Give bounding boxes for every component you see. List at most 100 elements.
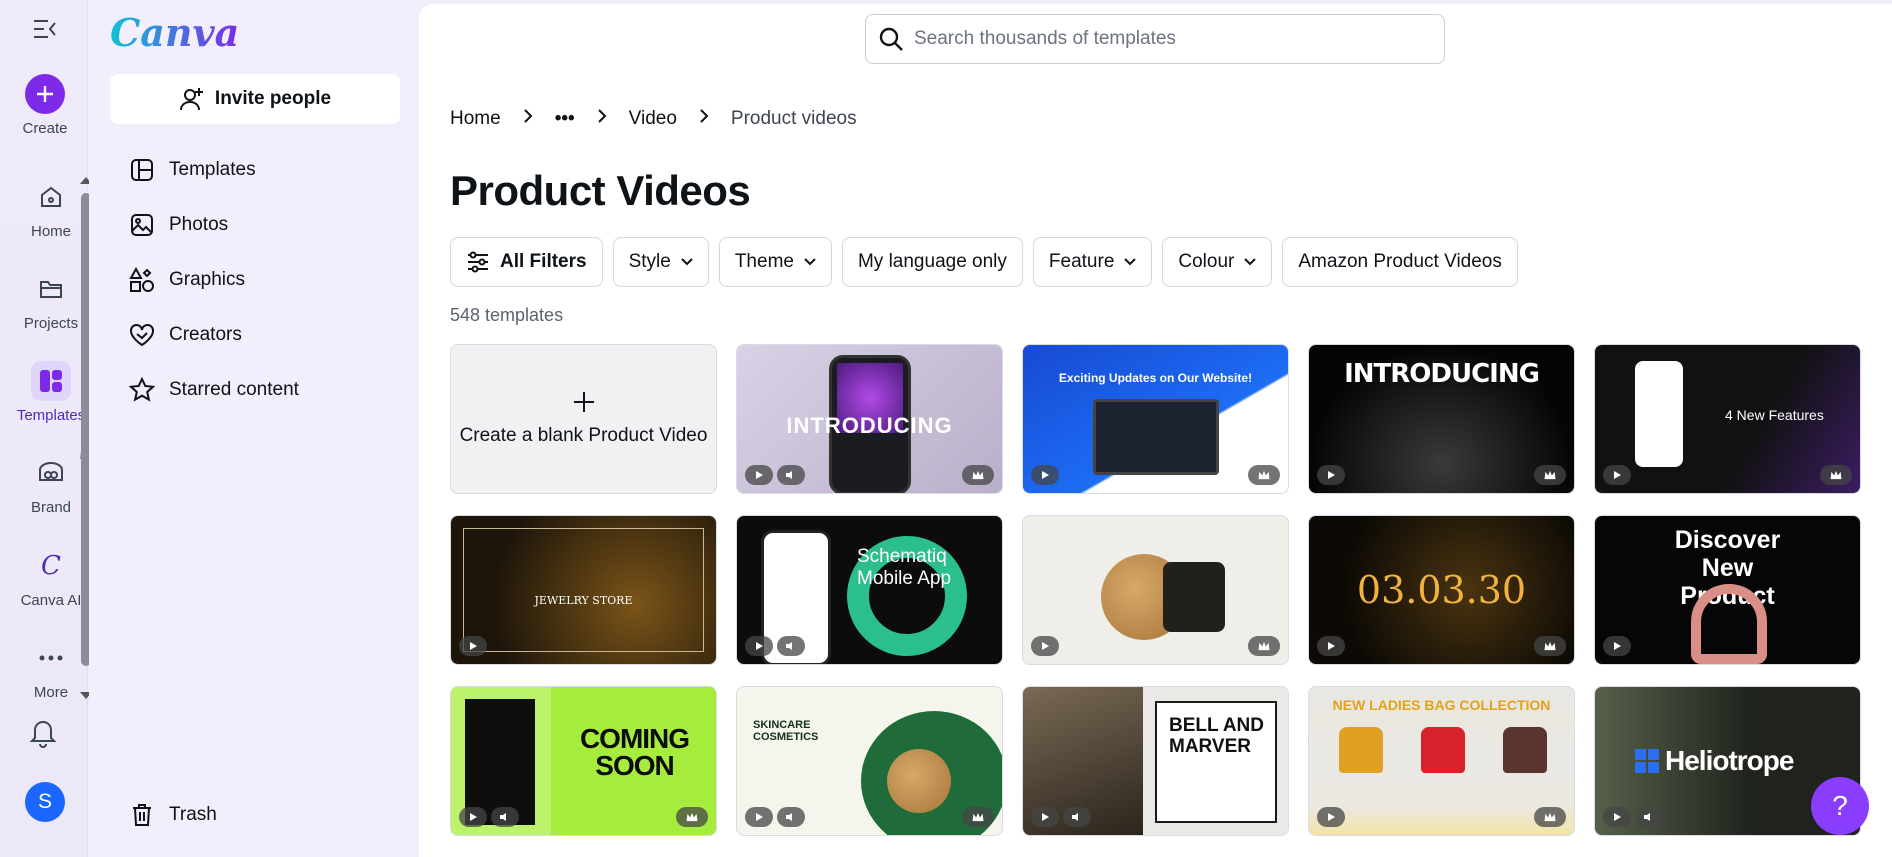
- photos-icon: [131, 213, 153, 236]
- nav-label: Photos: [169, 213, 229, 235]
- template-card[interactable]: BELL AND MARVER: [1022, 686, 1289, 836]
- crown-icon: [1534, 465, 1566, 485]
- card-text: 03.03.30: [1356, 568, 1527, 612]
- template-card[interactable]: SKINCARE COSMETICS: [736, 686, 1003, 836]
- collapse-menu-icon[interactable]: [32, 17, 58, 41]
- breadcrumb-more[interactable]: •••: [555, 108, 575, 130]
- create-button[interactable]: Create: [9, 74, 81, 137]
- chevron-down-icon: [1244, 258, 1257, 266]
- nav-item-templates[interactable]: Templates: [129, 142, 299, 197]
- invite-label: Invite people: [214, 88, 332, 109]
- rail-item-more[interactable]: More: [15, 638, 87, 701]
- audio-icon: [1635, 807, 1663, 827]
- nav-item-photos[interactable]: Photos: [129, 197, 299, 252]
- template-card[interactable]: Exciting Updates on Our Website!: [1022, 344, 1289, 494]
- canva-ai-icon: C: [41, 551, 61, 581]
- rail-label-home: Home: [30, 223, 71, 240]
- card-text: INTRODUCING: [1344, 359, 1540, 389]
- nav-label: Templates: [169, 158, 256, 180]
- audio-icon: [491, 807, 519, 827]
- bell-icon[interactable]: [28, 716, 58, 748]
- style-filter[interactable]: Style: [612, 237, 709, 287]
- create-label: Create: [22, 120, 68, 137]
- card-text: Exciting Updates on Our Website!: [1058, 371, 1253, 385]
- template-card[interactable]: Schematiq Mobile App: [736, 515, 1003, 665]
- all-filters-button[interactable]: All Filters: [450, 237, 603, 287]
- template-card[interactable]: Discover New Product: [1594, 515, 1861, 665]
- filter-bar: All Filters Style Theme My language only…: [450, 237, 1518, 287]
- invite-people-button[interactable]: Invite people: [110, 74, 400, 124]
- template-card[interactable]: INTRODUCING: [1308, 344, 1575, 494]
- nav-item-graphics[interactable]: Graphics: [129, 252, 299, 307]
- card-text: BELL AND MARVER: [1169, 715, 1264, 757]
- breadcrumb-home[interactable]: Home: [450, 108, 501, 130]
- folder-icon: [31, 269, 71, 309]
- template-card[interactable]: 03.03.30: [1308, 515, 1575, 665]
- crown-icon: [1534, 807, 1566, 827]
- theme-filter[interactable]: Theme: [718, 237, 832, 287]
- add-person-icon: [179, 88, 203, 111]
- chevron-right-icon: [691, 108, 717, 130]
- card-text: COMING SOON: [579, 723, 690, 781]
- canva-logo[interactable]: Canva: [110, 10, 239, 55]
- plus-icon: [573, 392, 594, 412]
- filter-label: Theme: [734, 251, 794, 272]
- template-card[interactable]: JEWELRY STORE: [450, 515, 717, 665]
- left-rail: Create Home Projects Templates Brand C C…: [0, 0, 92, 857]
- breadcrumb-current: Product videos: [730, 108, 857, 129]
- chevron-right-icon: [589, 108, 615, 130]
- play-icon: [1317, 636, 1345, 656]
- play-icon: [1603, 807, 1631, 827]
- template-grid: Create a blank Product Video INTRODUCING…: [450, 344, 1861, 836]
- crown-icon: [962, 465, 994, 485]
- breadcrumb-video[interactable]: Video: [629, 108, 677, 130]
- rail-item-home[interactable]: Home: [15, 177, 87, 240]
- template-card[interactable]: COMING SOON: [450, 686, 717, 836]
- card-text: SKINCARE COSMETICS: [753, 719, 819, 743]
- search-input[interactable]: [914, 28, 1414, 50]
- filter-label: All Filters: [500, 251, 587, 272]
- chevron-down-icon: [681, 258, 693, 266]
- panel-nav: Templates Photos Graphics Creators Starr…: [129, 142, 299, 417]
- audio-icon: [1063, 807, 1091, 827]
- language-filter[interactable]: My language only: [841, 237, 1023, 287]
- play-icon: [745, 465, 773, 485]
- template-card[interactable]: [1022, 515, 1289, 665]
- crown-icon: [1248, 636, 1280, 656]
- rail-item-templates[interactable]: Templates: [15, 361, 87, 424]
- rail-item-brand[interactable]: Brand: [15, 450, 92, 516]
- filter-sliders-icon: [468, 251, 488, 273]
- template-card[interactable]: INTRODUCING: [736, 344, 1003, 494]
- filter-label: My language only: [857, 251, 1007, 272]
- play-icon: [459, 807, 487, 827]
- help-button[interactable]: ?: [1811, 777, 1869, 835]
- card-text: NEW LADIES BAG COLLECTION: [1332, 697, 1551, 713]
- card-text: Schematiq Mobile App: [857, 546, 952, 589]
- audio-icon: [777, 465, 805, 485]
- rail-item-canva-ai[interactable]: C Canva AI: [15, 546, 87, 609]
- amazon-filter[interactable]: Amazon Product Videos: [1282, 237, 1518, 287]
- rail-label-projects: Projects: [23, 315, 79, 332]
- avatar[interactable]: S: [25, 782, 65, 822]
- star-icon: [129, 376, 155, 402]
- colour-filter[interactable]: Colour: [1162, 237, 1273, 287]
- filter-label: Style: [628, 251, 671, 272]
- chevron-down-icon: [1124, 258, 1137, 266]
- nav-item-starred[interactable]: Starred content: [129, 362, 299, 417]
- template-card[interactable]: 4 New Features: [1594, 344, 1861, 494]
- filter-label: Colour: [1178, 251, 1235, 272]
- card-text: INTRODUCING: [786, 413, 953, 438]
- search-bar[interactable]: [865, 14, 1445, 64]
- search-icon: [879, 27, 903, 51]
- crown-icon: [676, 807, 708, 827]
- trash-icon: [133, 804, 151, 826]
- filter-label: Feature: [1048, 251, 1115, 272]
- crown-icon: [1534, 636, 1566, 656]
- trash-button[interactable]: Trash: [129, 802, 217, 828]
- feature-filter[interactable]: Feature: [1032, 237, 1153, 287]
- create-blank-card[interactable]: Create a blank Product Video: [450, 344, 717, 494]
- crown-icon: [1248, 465, 1280, 485]
- nav-item-creators[interactable]: Creators: [129, 307, 299, 362]
- rail-item-projects[interactable]: Projects: [15, 269, 87, 332]
- template-card[interactable]: NEW LADIES BAG COLLECTION: [1308, 686, 1575, 836]
